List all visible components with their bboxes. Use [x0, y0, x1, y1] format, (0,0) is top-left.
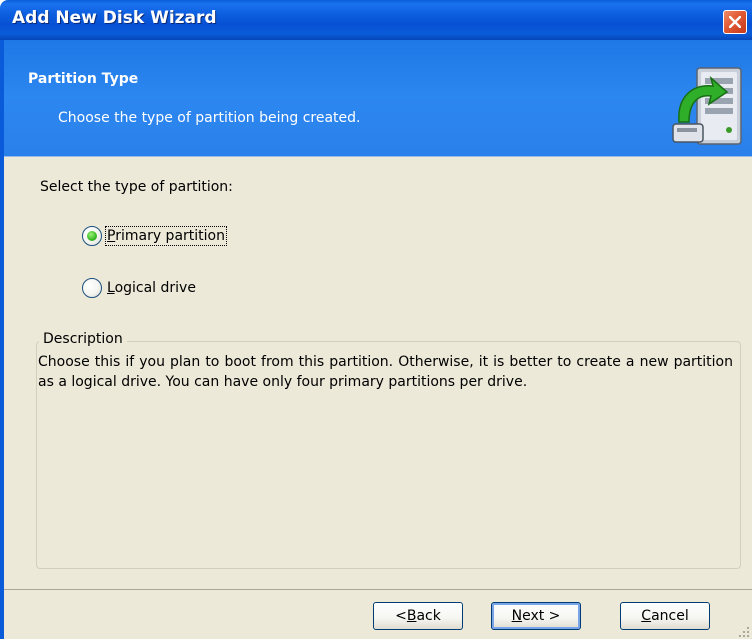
resize-grip-icon[interactable]: [738, 626, 750, 638]
disk-drive-wizard-icon: [672, 67, 742, 145]
page-subtitle: Choose the type of partition being creat…: [58, 110, 361, 126]
cancel-button[interactable]: Cancel: [620, 602, 710, 630]
wizard-window: Add New Disk Wizard Partition Type Choos…: [0, 0, 752, 639]
logical-drive-radio[interactable]: [82, 278, 102, 298]
logical-drive-label[interactable]: Logical drive: [107, 280, 196, 296]
primary-partition-radio[interactable]: [82, 226, 102, 246]
radio-selected-dot: [87, 231, 97, 241]
description-legend: Description: [39, 331, 127, 347]
back-button[interactable]: < Back: [373, 602, 463, 630]
wizard-footer: < Back Next > Cancel: [4, 589, 752, 639]
description-groupbox: Description Choose this if you plan to b…: [36, 331, 741, 569]
page-title: Partition Type: [28, 71, 139, 87]
primary-partition-label[interactable]: Primary partition: [105, 226, 227, 246]
primary-partition-option[interactable]: Primary partition: [82, 224, 227, 248]
close-icon: [729, 16, 741, 28]
wizard-header: Partition Type Choose the type of partit…: [4, 40, 752, 157]
next-button[interactable]: Next >: [491, 602, 581, 630]
description-text: Choose this if you plan to boot from thi…: [38, 354, 733, 390]
window-title: Add New Disk Wizard: [12, 8, 217, 28]
logical-drive-option[interactable]: Logical drive: [82, 276, 196, 300]
partition-type-prompt: Select the type of partition:: [40, 179, 233, 195]
close-button[interactable]: [723, 10, 747, 34]
wizard-content: Select the type of partition: Primary pa…: [4, 157, 752, 589]
title-bar[interactable]: Add New Disk Wizard: [0, 0, 752, 40]
